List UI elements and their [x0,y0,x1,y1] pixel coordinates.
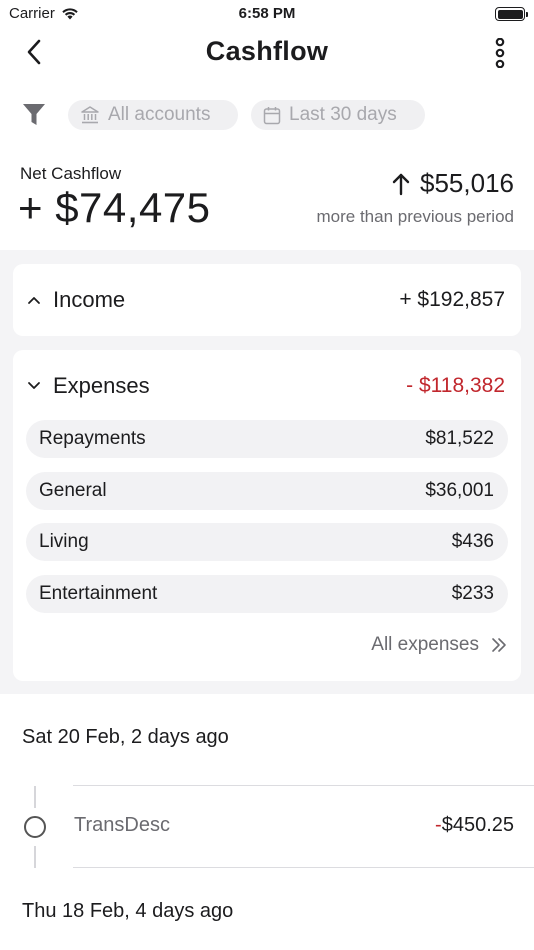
date-range-filter-label: Last 30 days [289,104,397,125]
breakdown-panel: Income + $192,857 Expenses - $118,382 Re… [0,250,534,694]
expense-row-entertainment[interactable]: Entertainment $233 [26,575,508,613]
double-chevron-right-icon [492,638,506,652]
transaction-date-header: Thu 18 Feb, 4 days ago [22,900,234,922]
chevron-down-icon [27,379,41,393]
all-expenses-link[interactable]: All expenses [371,634,507,656]
calendar-icon [263,106,281,124]
transaction-amount: -$450.25 [435,814,514,837]
clock: 6:58 PM [238,5,296,22]
expense-category-amount: $233 [451,583,494,604]
divider [73,785,534,786]
transaction-select-circle[interactable] [24,816,46,838]
divider [73,867,534,868]
expense-category-amount: $81,522 [425,428,494,449]
all-expenses-label: All expenses [371,634,479,655]
more-vertical-icon [495,38,505,68]
transaction-amount-sign: - [435,814,442,836]
transaction-amount-value: $450.25 [441,814,514,836]
arrow-up-icon [392,173,410,195]
period-delta: $55,016 [392,168,514,199]
transaction-date-header: Sat 20 Feb, 2 days ago [22,726,229,748]
expense-category-name: Repayments [39,428,146,449]
income-header[interactable]: Income + $192,857 [13,264,521,336]
expense-category-amount: $436 [451,531,494,552]
filter-button[interactable] [22,102,46,128]
expense-row-living[interactable]: Living $436 [26,523,508,561]
income-label: Income [53,287,126,312]
expense-category-name: General [39,480,107,501]
page-title: Cashflow [205,36,329,66]
chevron-up-icon [27,293,41,307]
expense-row-general[interactable]: General $36,001 [26,472,508,510]
expenses-card: Expenses - $118,382 Repayments $81,522 G… [13,350,521,681]
status-bar: Carrier 6:58 PM [0,0,534,28]
period-delta-caption: more than previous period [316,207,514,226]
transaction-description[interactable]: TransDesc [74,814,170,837]
filter-bar: All accounts Last 30 days [0,96,534,132]
income-amount: + $192,857 [399,288,505,311]
battery-icon [495,7,528,21]
expense-row-repayments[interactable]: Repayments $81,522 [26,420,508,458]
accounts-filter-label: All accounts [108,104,211,125]
expense-category-name: Entertainment [39,583,158,604]
timeline-connector [34,786,36,808]
expenses-header[interactable]: Expenses - $118,382 [13,350,521,422]
timeline-connector [34,846,36,868]
expenses-amount: - $118,382 [406,374,505,397]
net-cashflow-value: + $74,475 [18,184,211,231]
bank-icon [81,106,99,124]
expense-category-name: Living [39,531,89,552]
navigation-bar: Cashflow [0,28,534,80]
net-cashflow-label: Net Cashflow [20,164,122,183]
accounts-filter-chip[interactable]: All accounts [68,100,238,130]
period-delta-value: $55,016 [420,168,514,198]
filter-icon [23,104,45,125]
expense-category-amount: $36,001 [425,480,494,501]
expenses-label: Expenses [53,373,150,398]
date-range-filter-chip[interactable]: Last 30 days [251,100,425,130]
income-card[interactable]: Income + $192,857 [13,264,521,336]
more-options-button[interactable] [484,36,516,70]
